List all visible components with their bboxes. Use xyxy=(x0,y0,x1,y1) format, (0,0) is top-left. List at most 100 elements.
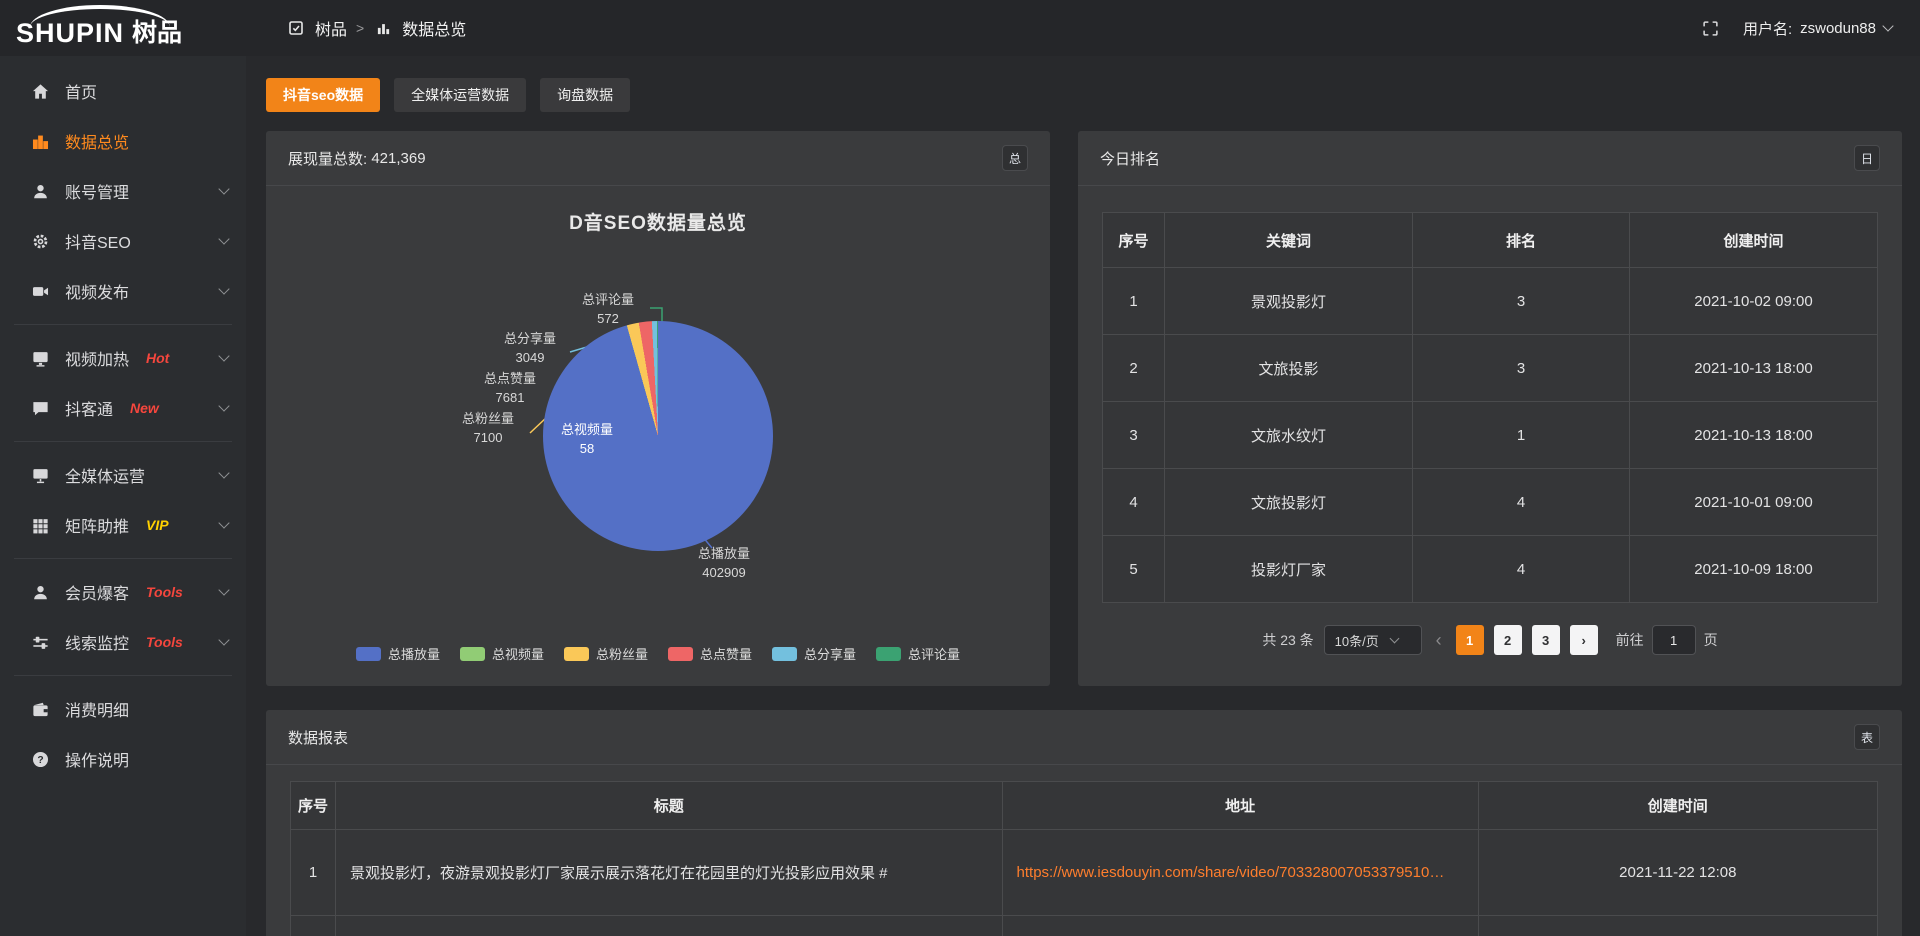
tools-badge: Tools xyxy=(146,634,183,650)
data-tabs: 抖音seo数据 全媒体运营数据 询盘数据 xyxy=(266,78,1902,112)
sidebar-item-member-burst[interactable]: 会员爆客 Tools xyxy=(0,567,246,617)
sidebar-item-label: 会员爆客 xyxy=(65,580,129,604)
breadcrumb-root[interactable]: 树品 xyxy=(315,16,347,40)
new-badge: New xyxy=(130,400,159,416)
sidebar-divider xyxy=(14,324,232,325)
legend-swatch xyxy=(668,647,693,661)
page-button-3[interactable]: 3 xyxy=(1532,625,1560,655)
col-rank: 排名 xyxy=(1413,213,1630,268)
square-check-icon xyxy=(286,18,306,38)
sidebar-item-label: 线索监控 xyxy=(65,630,129,654)
app-logo[interactable]: SHUPIN 树品 xyxy=(0,0,250,56)
legend-item-comments[interactable]: 总评论量 xyxy=(876,644,960,663)
pagination-total: 共 23 条 xyxy=(1262,630,1313,650)
user-menu[interactable]: 用户名: zswodun88 xyxy=(1743,18,1892,39)
legend-swatch xyxy=(356,647,381,661)
chevron-down-icon xyxy=(218,400,229,411)
legend-item-fans[interactable]: 总粉丝量 xyxy=(564,644,648,663)
sidebar-item-label: 全媒体运营 xyxy=(65,463,145,487)
sidebar-item-clue-monitor[interactable]: 线索监控 Tools xyxy=(0,617,246,667)
hot-badge: Hot xyxy=(146,350,169,366)
pie-label-likes: 总点赞量7681 xyxy=(484,369,536,407)
day-badge-button[interactable]: 日 xyxy=(1854,145,1880,171)
report-table: 序号 标题 地址 创建时间 1 景观投影灯，夜游景观投影灯厂家展示展示落花灯在花… xyxy=(290,781,1878,936)
sidebar-item-consumption[interactable]: 消费明细 xyxy=(0,684,246,734)
legend-item-plays[interactable]: 总播放量 xyxy=(356,644,440,663)
legend-item-videos[interactable]: 总视频量 xyxy=(460,644,544,663)
today-ranking-panel: 今日排名 日 序号 关键词 排名 创建时间 1景观投影灯32021-10-02 xyxy=(1078,131,1902,686)
table-row: 5投影灯厂家42021-10-09 18:00 xyxy=(1103,536,1878,603)
impressions-total-value: 421,369 xyxy=(371,150,425,167)
question-circle-icon: ? xyxy=(30,749,50,769)
page-size-select[interactable]: 10条/页 xyxy=(1324,625,1422,655)
col-index: 序号 xyxy=(291,782,336,830)
sidebar-item-video-heat[interactable]: 视频加热 Hot xyxy=(0,333,246,383)
sidebar-item-label: 消费明细 xyxy=(65,697,129,721)
total-badge-button[interactable]: 总 xyxy=(1002,145,1028,171)
breadcrumb: 树品 > 数据总览 xyxy=(286,16,466,40)
pie-label-plays: 总播放量402909 xyxy=(698,544,750,582)
sidebar-item-douyin-seo[interactable]: 抖音SEO xyxy=(0,216,246,266)
chevron-down-icon xyxy=(218,467,229,478)
table-row-partial xyxy=(291,916,1878,936)
pagination: 共 23 条 10条/页 ‹ 1 2 3 › 前往 页 xyxy=(1102,625,1878,655)
sidebar-item-home[interactable]: 首页 xyxy=(0,66,246,116)
tab-all-media-data[interactable]: 全媒体运营数据 xyxy=(394,78,526,112)
sidebar-item-account[interactable]: 账号管理 xyxy=(0,166,246,216)
tab-inquiry-data[interactable]: 询盘数据 xyxy=(540,78,630,112)
sidebar-item-video-publish[interactable]: 视频发布 xyxy=(0,266,246,316)
table-row: 4文旅投影灯42021-10-01 09:00 xyxy=(1103,469,1878,536)
sidebar-item-douketong[interactable]: 抖客通 New xyxy=(0,383,246,433)
sidebar-item-label: 矩阵助推 xyxy=(65,513,129,537)
impressions-total-label: 展现量总数: xyxy=(288,148,367,169)
table-row: 1 景观投影灯，夜游景观投影灯厂家展示展示落花灯在花园里的灯光投影应用效果 # … xyxy=(291,830,1878,916)
tools-badge: Tools xyxy=(146,584,183,600)
monitor-icon xyxy=(30,465,50,485)
chart-title: D音SEO数据量总览 xyxy=(266,208,1050,235)
col-index: 序号 xyxy=(1103,213,1165,268)
table-header-row: 序号 标题 地址 创建时间 xyxy=(291,782,1878,830)
prev-page-button[interactable]: ‹ xyxy=(1432,631,1446,649)
col-created: 创建时间 xyxy=(1478,782,1877,830)
legend-item-shares[interactable]: 总分享量 xyxy=(772,644,856,663)
col-title: 标题 xyxy=(336,782,1003,830)
pie-label-videos: 总视频量58 xyxy=(561,420,613,458)
pie-chart-area: D音SEO数据量总览 总评论量572 总分享量3049 xyxy=(266,186,1050,685)
user-label: 用户名: xyxy=(1743,18,1792,39)
top-bar: SHUPIN 树品 树品 > 数据总览 用户名: zswodun88 xyxy=(0,0,1920,56)
sidebar-item-matrix-boost[interactable]: 矩阵助推 VIP xyxy=(0,500,246,550)
tab-douyin-seo-data[interactable]: 抖音seo数据 xyxy=(266,78,380,112)
page-button-2[interactable]: 2 xyxy=(1494,625,1522,655)
ranking-table: 序号 关键词 排名 创建时间 1景观投影灯32021-10-02 09:00 2… xyxy=(1102,212,1878,603)
sidebar-item-instructions[interactable]: ? 操作说明 xyxy=(0,734,246,784)
sidebar-item-label: 抖客通 xyxy=(65,396,113,420)
sidebar-divider xyxy=(14,675,232,676)
goto-label: 前往 xyxy=(1616,630,1644,650)
sliders-icon xyxy=(30,632,50,652)
screen-icon xyxy=(30,348,50,368)
grid-icon xyxy=(30,515,50,535)
main-content: 抖音seo数据 全媒体运营数据 询盘数据 展现量总数: 421,369 总 D音… xyxy=(246,56,1920,936)
col-keyword: 关键词 xyxy=(1165,213,1413,268)
sidebar-divider xyxy=(14,441,232,442)
report-url-link[interactable]: https://www.iesdouyin.com/share/video/70… xyxy=(1017,864,1447,881)
sidebar-item-label: 抖音SEO xyxy=(65,229,131,253)
sidebar-item-label: 账号管理 xyxy=(65,179,129,203)
next-page-button[interactable]: › xyxy=(1570,625,1598,655)
pie-label-shares: 总分享量3049 xyxy=(504,329,556,367)
ranking-panel-title: 今日排名 xyxy=(1100,148,1160,169)
sidebar-item-all-media[interactable]: 全媒体运营 xyxy=(0,450,246,500)
breadcrumb-separator: > xyxy=(356,20,364,36)
fullscreen-icon[interactable] xyxy=(1701,18,1721,38)
legend-item-likes[interactable]: 总点赞量 xyxy=(668,644,752,663)
sidebar-item-label: 首页 xyxy=(65,79,97,103)
page-button-1[interactable]: 1 xyxy=(1456,625,1484,655)
gear-icon xyxy=(30,231,50,251)
chevron-down-icon xyxy=(1389,633,1399,643)
goto-page-input[interactable] xyxy=(1652,625,1696,655)
pie-label-fans: 总粉丝量7100 xyxy=(462,409,514,447)
table-badge-button[interactable]: 表 xyxy=(1854,724,1880,750)
legend-swatch xyxy=(876,647,901,661)
sidebar-item-data-overview[interactable]: 数据总览 xyxy=(0,116,246,166)
table-row: 3文旅水纹灯12021-10-13 18:00 xyxy=(1103,402,1878,469)
